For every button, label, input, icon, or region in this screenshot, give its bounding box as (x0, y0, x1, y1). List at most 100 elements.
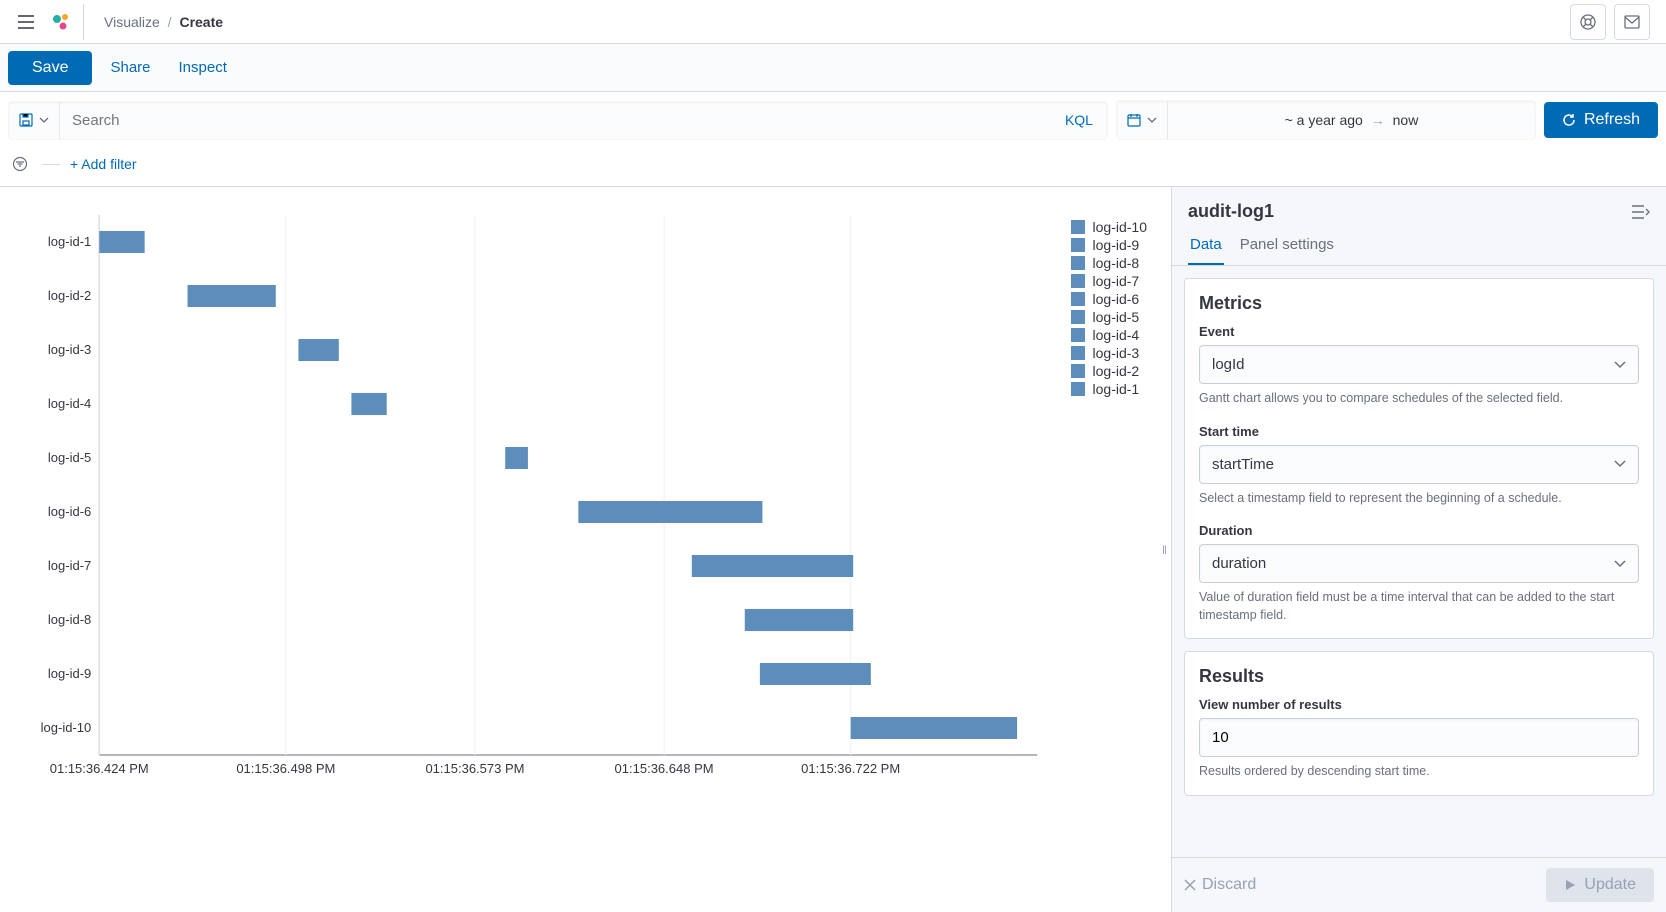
duration-value: duration (1212, 555, 1266, 572)
chevron-down-icon (1614, 560, 1626, 568)
breadcrumb-parent[interactable]: Visualize (104, 14, 160, 30)
metrics-heading: Metrics (1199, 293, 1639, 314)
legend-item[interactable]: log-id-2 (1071, 363, 1147, 379)
legend-label: log-id-8 (1093, 255, 1140, 271)
kql-toggle[interactable]: KQL (1051, 102, 1107, 139)
svg-text:log-id-3: log-id-3 (48, 342, 91, 357)
search-box: KQL (8, 101, 1108, 140)
panel-body: Metrics Event logId Gantt chart allows y… (1172, 266, 1666, 857)
refresh-label: Refresh (1584, 111, 1640, 129)
legend-item[interactable]: log-id-6 (1071, 291, 1147, 307)
legend-item[interactable]: log-id-7 (1071, 273, 1147, 289)
arrow-right-icon: → (1371, 112, 1385, 128)
chart-legend: log-id-10 log-id-9 log-id-8 log-id-7 log-id-… (1061, 205, 1147, 785)
saved-query-button[interactable] (9, 102, 60, 139)
svg-text:01:15:36.498 PM: 01:15:36.498 PM (236, 761, 335, 776)
legend-item[interactable]: log-id-8 (1071, 255, 1147, 271)
legend-swatch (1071, 346, 1085, 360)
legend-swatch (1071, 292, 1085, 306)
start-select[interactable]: startTime (1199, 445, 1639, 484)
chevron-down-icon (1147, 117, 1157, 123)
svg-text:log-id-4: log-id-4 (48, 396, 91, 411)
filter-row: + Add filter (0, 148, 1666, 186)
search-input[interactable] (60, 102, 1051, 139)
svg-text:log-id-1: log-id-1 (48, 234, 91, 249)
legend-label: log-id-2 (1093, 363, 1140, 379)
gantt-chart[interactable]: 01:15:36.424 PM01:15:36.498 PM01:15:36.5… (24, 205, 1061, 785)
legend-label: log-id-5 (1093, 309, 1140, 325)
add-filter-button[interactable]: + Add filter (70, 156, 137, 172)
legend-swatch (1071, 328, 1085, 342)
hamburger-icon (18, 15, 34, 29)
side-panel: ‖ audit-log1 Data Panel settings Metrics… (1171, 187, 1666, 912)
disk-icon (19, 113, 33, 127)
results-count-input[interactable] (1199, 718, 1639, 757)
event-label: Event (1199, 324, 1639, 339)
legend-label: log-id-3 (1093, 345, 1140, 361)
legend-label: log-id-1 (1093, 381, 1140, 397)
breadcrumb: Visualize / Create (104, 14, 223, 30)
lifebuoy-icon (1580, 14, 1596, 30)
search-row: KQL ~ a year ago → now Refresh (0, 92, 1666, 148)
save-button[interactable]: Save (8, 51, 92, 85)
filter-icon (12, 156, 28, 172)
update-label: Update (1584, 876, 1636, 894)
panel-title: audit-log1 (1188, 201, 1274, 222)
legend-item[interactable]: log-id-10 (1071, 219, 1147, 235)
duration-help: Value of duration field must be a time i… (1199, 589, 1639, 624)
legend-item[interactable]: log-id-4 (1071, 327, 1147, 343)
results-heading: Results (1199, 666, 1639, 687)
help-button[interactable] (1570, 4, 1606, 40)
results-help: Results ordered by descending start time… (1199, 763, 1639, 781)
app-logo[interactable] (48, 4, 84, 40)
tab-data[interactable]: Data (1188, 230, 1224, 265)
event-select[interactable]: logId (1199, 345, 1639, 384)
legend-label: log-id-9 (1093, 237, 1140, 253)
inspect-button[interactable]: Inspect (169, 53, 237, 82)
menu-right-icon (1632, 205, 1650, 219)
legend-item[interactable]: log-id-5 (1071, 309, 1147, 325)
resize-handle[interactable]: ‖ (1162, 543, 1167, 557)
refresh-button[interactable]: Refresh (1544, 102, 1658, 138)
svg-text:01:15:36.648 PM: 01:15:36.648 PM (615, 761, 714, 776)
svg-text:log-id-10: log-id-10 (41, 720, 92, 735)
legend-item[interactable]: log-id-1 (1071, 381, 1147, 397)
legend-swatch (1071, 220, 1085, 234)
top-bar: Visualize / Create (0, 0, 1666, 44)
legend-item[interactable]: log-id-3 (1071, 345, 1147, 361)
svg-text:01:15:36.573 PM: 01:15:36.573 PM (425, 761, 524, 776)
mail-button[interactable] (1614, 4, 1650, 40)
legend-label: log-id-10 (1093, 219, 1147, 235)
legend-swatch (1071, 310, 1085, 324)
legend-label: log-id-6 (1093, 291, 1140, 307)
svg-text:log-id-6: log-id-6 (48, 504, 91, 519)
chart-area: 01:15:36.424 PM01:15:36.498 PM01:15:36.5… (0, 187, 1171, 912)
start-value: startTime (1212, 456, 1274, 473)
results-card: Results View number of results Results o… (1184, 651, 1654, 796)
refresh-icon (1562, 113, 1576, 127)
start-help: Select a timestamp field to represent th… (1199, 490, 1639, 508)
legend-swatch (1071, 364, 1085, 378)
breadcrumb-sep: / (168, 14, 172, 30)
event-help: Gantt chart allows you to compare schedu… (1199, 390, 1639, 408)
discard-button[interactable]: Discard (1184, 876, 1256, 894)
svg-text:01:15:36.722 PM: 01:15:36.722 PM (801, 761, 900, 776)
svg-text:log-id-2: log-id-2 (48, 288, 91, 303)
tab-panel-settings[interactable]: Panel settings (1238, 230, 1336, 265)
menu-toggle[interactable] (8, 4, 44, 40)
legend-item[interactable]: log-id-9 (1071, 237, 1147, 253)
update-button[interactable]: Update (1546, 868, 1654, 902)
chevron-down-icon (1614, 361, 1626, 369)
filter-options-button[interactable] (8, 152, 32, 176)
date-range[interactable]: ~ a year ago → now (1168, 112, 1535, 128)
duration-select[interactable]: duration (1199, 544, 1639, 583)
calendar-button[interactable] (1117, 101, 1168, 139)
legend-swatch (1071, 238, 1085, 252)
play-icon (1564, 879, 1576, 891)
share-button[interactable]: Share (100, 53, 160, 82)
calendar-icon (1127, 113, 1141, 127)
collapse-panel-button[interactable] (1632, 205, 1650, 219)
main: 01:15:36.424 PM01:15:36.498 PM01:15:36.5… (0, 186, 1666, 912)
legend-swatch (1071, 382, 1085, 396)
svg-text:log-id-7: log-id-7 (48, 558, 91, 573)
